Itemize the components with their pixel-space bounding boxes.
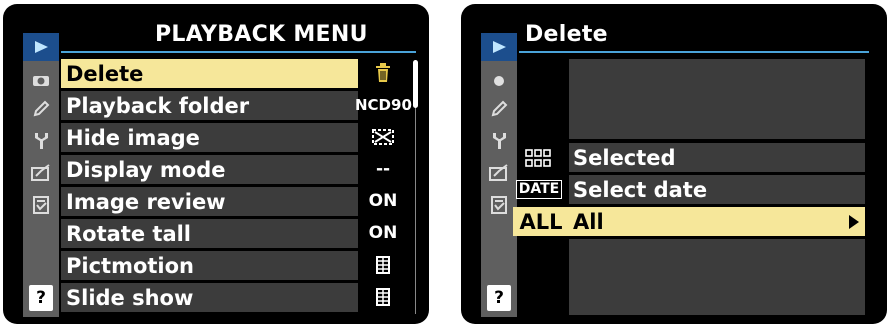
recent-settings-icon xyxy=(32,195,50,219)
title-rule xyxy=(519,51,869,53)
empty-panel-bottom xyxy=(569,239,865,315)
tab-shooting[interactable] xyxy=(481,67,517,95)
menu-item-image-review[interactable]: Image review xyxy=(61,187,358,216)
trash-icon xyxy=(363,59,403,88)
all-icon-label: ALL xyxy=(519,209,563,234)
menu-item-delete[interactable]: Delete xyxy=(61,59,358,88)
option-select-date[interactable]: Select date xyxy=(569,175,865,204)
menu-item-slide-show[interactable]: Slide show xyxy=(61,283,358,312)
pencil-icon xyxy=(490,100,508,122)
all-icon: ALL xyxy=(513,207,569,236)
wrench-icon xyxy=(490,131,508,155)
menu-tab-strip: ? xyxy=(481,33,517,317)
image-review-value: ON xyxy=(368,191,398,211)
help-button[interactable]: ? xyxy=(29,285,53,311)
option-label: All xyxy=(573,209,604,234)
pencil-icon xyxy=(32,100,50,122)
tab-retouch[interactable] xyxy=(481,161,517,189)
option-label: Select date xyxy=(573,177,708,202)
camera-icon xyxy=(32,72,50,91)
rotate-tall-value: ON xyxy=(368,223,398,243)
menu-item-label: Rotate tall xyxy=(66,221,192,246)
tab-retouch[interactable] xyxy=(23,161,59,189)
tab-recent-settings[interactable] xyxy=(481,193,517,221)
menu-item-label: Slide show xyxy=(66,285,194,310)
menu-item-label: Display mode xyxy=(66,157,226,182)
menu-item-playback-folder[interactable]: Playback folder xyxy=(61,91,358,120)
hide-image-icon xyxy=(363,123,403,152)
option-all[interactable]: All xyxy=(569,207,865,236)
scrollbar-thumb[interactable] xyxy=(413,60,418,108)
menu-item-label: Playback folder xyxy=(66,93,250,118)
retouch-icon xyxy=(31,164,51,186)
playback-folder-value: NCD90 xyxy=(355,96,412,114)
tab-shooting[interactable] xyxy=(23,67,59,95)
menu-item-label: Pictmotion xyxy=(66,253,194,278)
menu-item-rotate-tall[interactable]: Rotate tall xyxy=(61,219,358,248)
help-icon: ? xyxy=(494,287,504,308)
delete-submenu-screen: ? Delete Selected DATE Select date ALL A… xyxy=(461,4,887,324)
help-button[interactable]: ? xyxy=(487,285,511,311)
menu-item-label: Hide image xyxy=(66,125,200,150)
retouch-icon xyxy=(489,164,509,186)
page-title: Delete xyxy=(525,22,608,47)
empty-panel-top xyxy=(569,59,865,139)
pictmotion-icon xyxy=(363,251,403,280)
playback-menu-screen: ? PLAYBACK MENU Delete Playback folder H… xyxy=(3,4,429,324)
wrench-icon xyxy=(32,131,50,155)
tab-custom-settings[interactable] xyxy=(481,97,517,125)
page-title: PLAYBACK MENU xyxy=(155,22,368,47)
tab-setup[interactable] xyxy=(481,129,517,157)
date-icon: DATE xyxy=(513,175,565,204)
menu-tab-strip: ? xyxy=(23,33,59,317)
slideshow-icon xyxy=(363,283,403,312)
option-selected[interactable]: Selected xyxy=(569,143,865,172)
help-icon: ? xyxy=(36,287,46,308)
menu-item-label: Delete xyxy=(66,61,144,86)
grid-icon xyxy=(513,143,563,172)
date-icon-label: DATE xyxy=(515,180,563,199)
arrow-right-icon xyxy=(849,215,859,229)
option-label: Selected xyxy=(573,145,676,170)
menu-item-hide-image[interactable]: Hide image xyxy=(61,123,358,152)
tab-setup[interactable] xyxy=(23,129,59,157)
display-mode-value: -- xyxy=(375,159,391,179)
tab-playback[interactable] xyxy=(23,33,59,61)
camera-icon xyxy=(494,76,504,86)
tab-recent-settings[interactable] xyxy=(23,193,59,221)
tab-custom-settings[interactable] xyxy=(23,97,59,125)
playback-icon xyxy=(492,41,506,53)
menu-item-label: Image review xyxy=(66,189,226,214)
menu-item-display-mode[interactable]: Display mode xyxy=(61,155,358,184)
menu-item-pictmotion[interactable]: Pictmotion xyxy=(61,251,358,280)
title-rule xyxy=(61,51,416,53)
recent-settings-icon xyxy=(490,195,508,219)
playback-icon xyxy=(34,41,48,53)
tab-playback[interactable] xyxy=(481,33,517,61)
